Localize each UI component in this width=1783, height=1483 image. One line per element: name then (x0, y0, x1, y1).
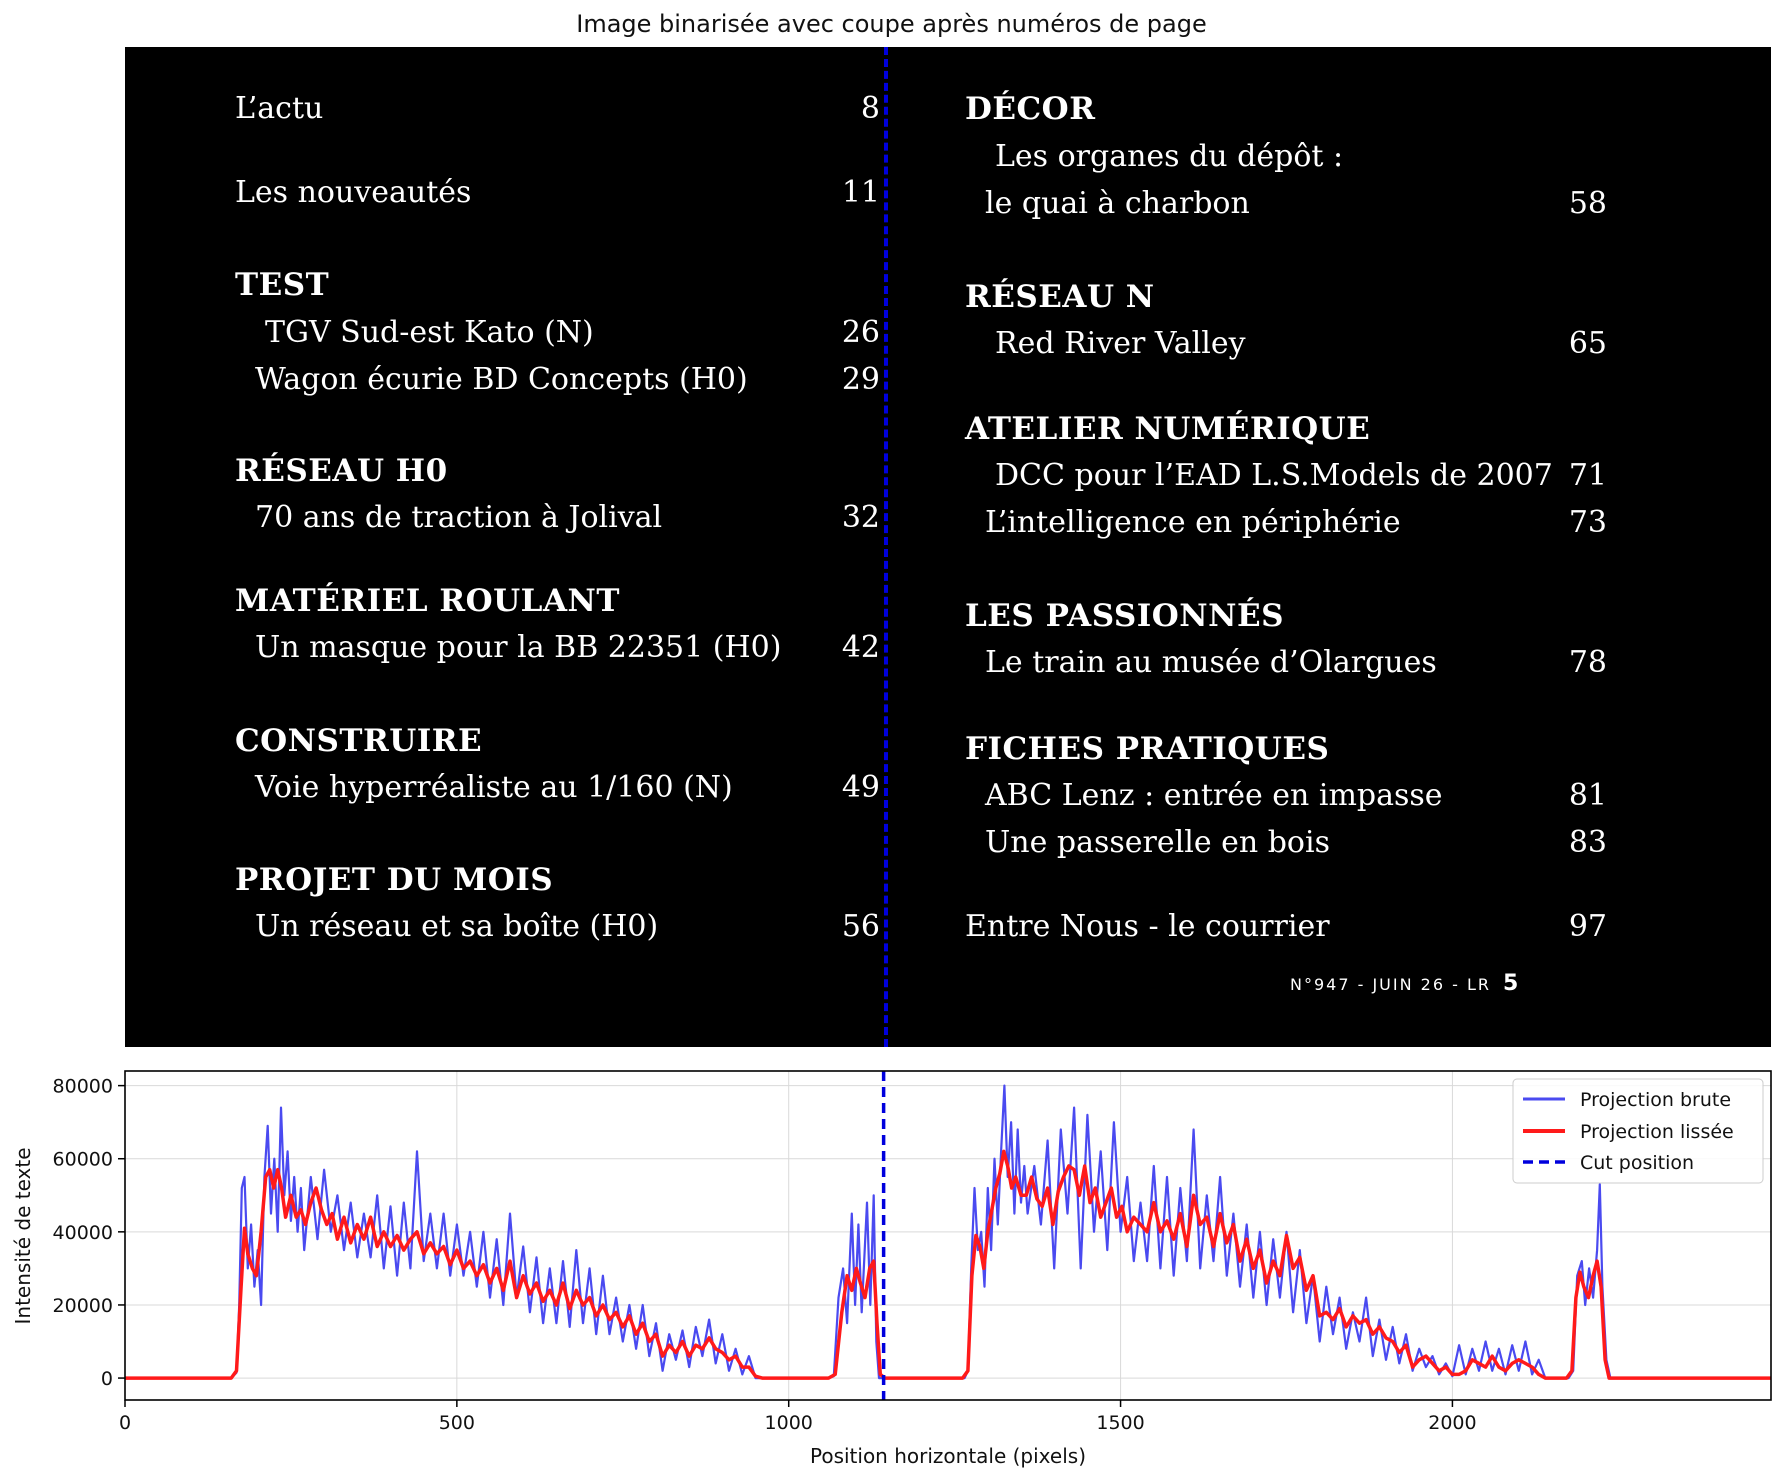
y-tick-label: 0 (101, 1368, 113, 1390)
x-axis-label: Position horizontale (pixels) (810, 1444, 1086, 1468)
y-tick-label: 80000 (53, 1076, 113, 1098)
y-tick-label: 40000 (53, 1222, 113, 1244)
y-tick-label: 60000 (53, 1149, 113, 1171)
projection-chart: 0 500 1000 1500 2000020000400006000080000 Po… (11, 1070, 1772, 1468)
legend-raw-label: Projection brute (1580, 1089, 1731, 1111)
x-tick-label: 1500 (1096, 1412, 1144, 1434)
legend-smooth-label: Projection lissée (1580, 1121, 1734, 1143)
x-tick-label: 500 (439, 1412, 475, 1434)
y-tick-label: 20000 (53, 1295, 113, 1317)
legend: Projection brute Projection lissée Cut p… (1512, 1078, 1764, 1184)
x-tick-label: 0 (119, 1412, 131, 1434)
x-tick-label: 1000 (765, 1412, 813, 1434)
x-tick-label: 2000 (1428, 1412, 1476, 1434)
legend-cut-label: Cut position (1580, 1152, 1694, 1174)
y-axis-label: Intensité de texte (11, 1147, 35, 1324)
